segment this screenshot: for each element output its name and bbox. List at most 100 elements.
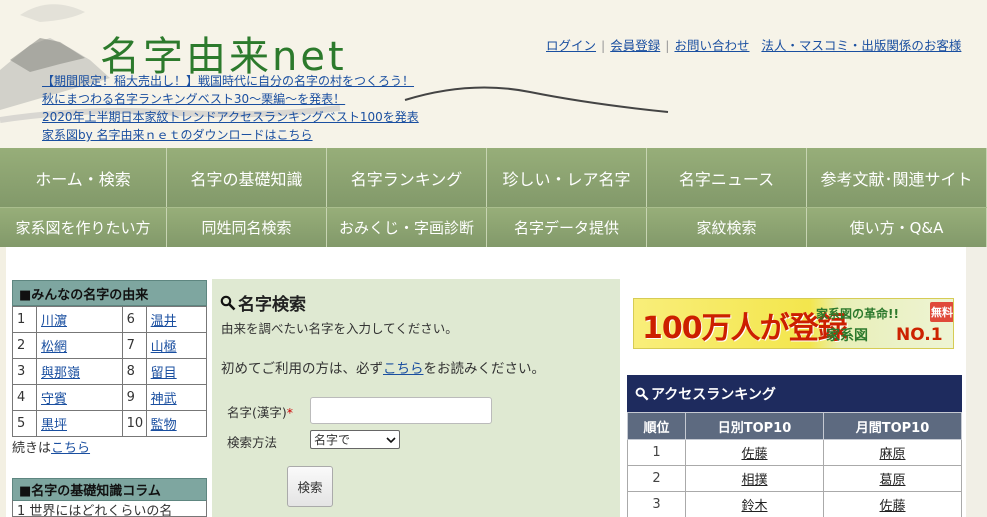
surname-input[interactable] <box>310 397 492 424</box>
table-row: 5 黒坪 10 監物 <box>12 410 208 437</box>
origin-rank: 6 <box>121 306 147 333</box>
news-link-2[interactable]: 秋にまつわる名字ランキングベスト30～栗編～を発表！ <box>42 90 419 108</box>
surname-link[interactable]: 山極 <box>151 340 177 355</box>
origin-cell: 温井 <box>145 306 208 333</box>
daily-cell: 佐藤 <box>685 439 824 466</box>
column-box-title: ■名字の基礎知識コラム <box>12 478 207 501</box>
monthly-cell: 佐藤 <box>823 491 962 517</box>
table-row: 3 與那嶺 8 留目 <box>12 358 208 385</box>
rank-number: 2 <box>627 465 686 492</box>
name-label: 名字(漢字)* <box>227 402 293 421</box>
banner-no1: NO.1 <box>896 325 943 345</box>
first-prefix: 初めてご利用の方は、必ず <box>221 361 383 377</box>
required-mark: * <box>286 405 294 420</box>
nav-data[interactable]: 名字データ提供 <box>487 208 647 247</box>
surname-link[interactable]: 松網 <box>41 340 67 355</box>
nav-help[interactable]: 使い方・Q&A <box>807 208 987 247</box>
nav-ranking[interactable]: 名字ランキング <box>327 148 487 207</box>
origin-rank: 7 <box>121 332 147 359</box>
origin-cell: 留目 <box>145 358 208 385</box>
origin-cell: 山極 <box>145 332 208 359</box>
ranking-title: アクセスランキング <box>627 375 962 412</box>
separator: | <box>601 38 606 53</box>
origin-rank: 5 <box>12 410 37 437</box>
search-method-select[interactable]: 名字で <box>310 430 400 449</box>
origin-box-title: ■みんなの名字の由来 <box>12 280 207 306</box>
surname-link[interactable]: 與那嶺 <box>41 366 80 381</box>
daily-surname-link[interactable]: 佐藤 <box>741 447 767 462</box>
search-icon <box>220 295 236 310</box>
news-link-1[interactable]: 【期間限定！稲大売出し！】戦国時代に自分の名字の村をつくろう！ <box>42 72 419 90</box>
first-suffix: をお読みください。 <box>423 361 546 377</box>
contact-link[interactable]: お問い合わせ <box>674 38 749 53</box>
search-title: 名字検索 <box>220 290 306 315</box>
search-title-text: 名字検索 <box>238 295 306 315</box>
sub-nav: 家系図を作りたい方 同姓同名検索 おみくじ・字画診断 名字データ提供 家紋検索 … <box>0 207 987 247</box>
table-row: 1 佐藤 麻原 <box>627 439 962 466</box>
daily-col-header: 日別TOP10 <box>685 412 824 440</box>
nav-basics[interactable]: 名字の基礎知識 <box>167 148 327 207</box>
search-icon <box>635 387 649 400</box>
monthly-surname-link[interactable]: 麻原 <box>879 447 905 462</box>
register-link[interactable]: 会員登録 <box>610 38 660 53</box>
origin-rank: 10 <box>121 410 147 437</box>
nav-family-tree[interactable]: 家系図を作りたい方 <box>0 208 167 247</box>
ranking-title-text: アクセスランキング <box>651 386 776 403</box>
nav-news[interactable]: 名字ニュース <box>647 148 807 207</box>
main-nav: ホーム・検索 名字の基礎知識 名字ランキング 珍しい・レア名字 名字ニュース 参… <box>0 148 987 207</box>
daily-cell: 相撲 <box>685 465 824 492</box>
surname-link[interactable]: 監物 <box>151 418 177 433</box>
column-list-item[interactable]: 1 世界にはどれくらいの名 <box>12 500 207 517</box>
monthly-cell: 葛原 <box>823 465 962 492</box>
first-time-note: 初めてご利用の方は、必ずこちらをお読みください。 <box>221 357 545 377</box>
surname-link[interactable]: 温井 <box>151 314 177 329</box>
origin-rank: 3 <box>12 358 37 385</box>
more-text: 続きはこちら <box>12 437 90 456</box>
more-link[interactable]: こちら <box>51 441 90 456</box>
table-row: 4 守賓 9 神武 <box>12 384 208 411</box>
table-row: 2 松網 7 山極 <box>12 332 208 359</box>
nav-kamon[interactable]: 家紋検索 <box>647 208 807 247</box>
more-prefix: 続きは <box>12 441 52 456</box>
monthly-surname-link[interactable]: 葛原 <box>879 473 905 488</box>
site-header: 名字由来net 【期間限定！稲大売出し！】戦国時代に自分の名字の村をつくろう！ … <box>0 0 987 148</box>
origin-rank: 9 <box>121 384 147 411</box>
nav-rare[interactable]: 珍しい・レア名字 <box>487 148 647 207</box>
nav-same-name[interactable]: 同姓同名検索 <box>167 208 327 247</box>
method-value: 名字で <box>314 433 351 447</box>
nav-references[interactable]: 参考文献･関連サイト <box>807 148 987 207</box>
table-row: 2 相撲 葛原 <box>627 465 962 492</box>
rank-number: 1 <box>627 439 686 466</box>
rank-number: 3 <box>627 491 686 517</box>
corporate-link[interactable]: 法人・マスコミ・出版関係のお客様 <box>761 38 961 53</box>
origin-cell: 守賓 <box>36 384 123 411</box>
nav-omikuji[interactable]: おみくじ・字画診断 <box>327 208 487 247</box>
banner-free-badge: 無料 <box>930 302 953 322</box>
monthly-col-header: 月間TOP10 <box>823 412 962 440</box>
daily-surname-link[interactable]: 鈴木 <box>741 499 767 514</box>
news-link-4[interactable]: 家系図by 名字由来ｎｅｔのダウンロードはこちら <box>42 126 419 144</box>
search-button[interactable]: 検索 <box>287 466 333 507</box>
origin-cell: 川濵 <box>36 306 123 333</box>
origin-rank: 4 <box>12 384 37 411</box>
family-tree-banner[interactable]: 100万人が登録 家系図の革命!! 家系図 NO.1 無料 <box>633 298 954 349</box>
daily-surname-link[interactable]: 相撲 <box>741 473 767 488</box>
method-label: 検索方法 <box>227 435 278 450</box>
news-link-3[interactable]: 2020年上半期日本家紋トレンドアクセスランキングベスト100を発表 <box>42 108 419 126</box>
surname-link[interactable]: 神武 <box>151 392 177 407</box>
first-time-link[interactable]: こちら <box>383 361 424 377</box>
surname-link[interactable]: 留目 <box>151 366 177 381</box>
login-link[interactable]: ログイン <box>546 38 596 53</box>
surname-link[interactable]: 黒坪 <box>41 418 67 433</box>
origin-rank: 8 <box>121 358 147 385</box>
banner-family: 家系図 <box>826 328 868 344</box>
monthly-cell: 麻原 <box>823 439 962 466</box>
surname-link[interactable]: 守賓 <box>41 392 67 407</box>
table-row: 1 川濵 6 温井 <box>12 306 208 333</box>
nav-home-search[interactable]: ホーム・検索 <box>0 148 167 207</box>
search-description: 由来を調べたい名字を入力してください。 <box>221 321 458 336</box>
daily-cell: 鈴木 <box>685 491 824 517</box>
page-margin <box>966 247 987 517</box>
monthly-surname-link[interactable]: 佐藤 <box>879 499 905 514</box>
surname-link[interactable]: 川濵 <box>41 314 67 329</box>
